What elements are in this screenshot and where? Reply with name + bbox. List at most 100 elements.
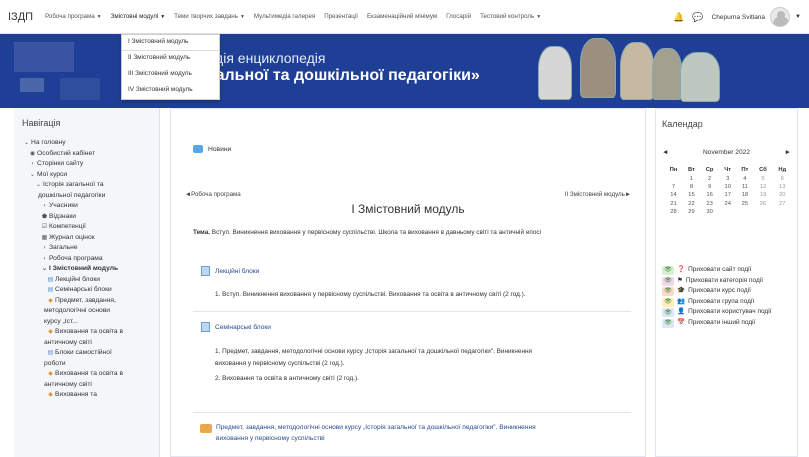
nav-tree-item[interactable]: ◆ Виховання та освіта в (22, 327, 159, 338)
nav-tree-item[interactable]: ▤ Блоки самостійної (22, 348, 159, 359)
nav-item-ekzamenatsiinyi-minimum[interactable]: Екзаменаційний мінімум (367, 13, 437, 20)
nav-item-zmistovni-moduli[interactable]: Змістовні модулі ▼ (111, 13, 166, 20)
calendar-day[interactable]: 18 (736, 191, 753, 199)
calendar-day[interactable]: 13 (773, 183, 792, 191)
nav-tree-item[interactable]: ⌄ Історія загальної та (22, 180, 159, 191)
calendar-day[interactable]: 24 (719, 200, 736, 208)
calendar-day[interactable]: 19 (754, 191, 773, 199)
nav-tree-item[interactable]: ▦ Журнал оцінок (22, 233, 159, 244)
bell-icon[interactable]: 🔔 (673, 12, 684, 23)
weekday-row: Пн Вт Ср Чт Пт Сб Нд (664, 165, 792, 175)
nav-tree-item[interactable]: ⌄ Мої курси (22, 170, 159, 181)
calendar-day[interactable]: 10 (719, 183, 736, 191)
site-brand[interactable]: ІЗДП (8, 11, 33, 23)
nav-tree-item[interactable]: ⌄ На головну (22, 138, 159, 149)
nav-tree-item[interactable]: ☑ Компетенції (22, 222, 159, 233)
calendar-day[interactable]: 7 (664, 183, 683, 191)
calendar-day[interactable]: 29 (683, 208, 700, 216)
eye-icon[interactable]: 👁 (662, 297, 674, 307)
username[interactable]: Chepurna Svitlana (712, 14, 765, 21)
nav-item-hlosarii[interactable]: Глосарій (446, 13, 471, 20)
calendar-day[interactable]: 28 (664, 208, 683, 216)
calendar-day[interactable]: 1 (683, 175, 700, 183)
calendar-day[interactable]: 16 (700, 191, 719, 199)
calendar-day[interactable]: 2 (700, 175, 719, 183)
calendar-day[interactable]: 25 (736, 200, 753, 208)
resource-link[interactable]: Предмет, завдання, методологічні основи … (200, 423, 626, 444)
calendar-day[interactable]: 9 (700, 183, 719, 191)
nav-tree-item[interactable]: ◆ Виховання та освіта в (22, 369, 159, 380)
weekday-label: Пт (741, 167, 749, 173)
calendar-day[interactable]: 20 (773, 191, 792, 199)
event-filter-item[interactable]: 👁 👤 Приховати користувач події (662, 307, 796, 318)
eye-icon[interactable]: 👁 (662, 287, 674, 297)
nav-item-robocha-prohrama[interactable]: Робоча програма ▼ (45, 13, 102, 20)
calendar-week: 7 8 9 10 11 12 13 (664, 183, 792, 191)
calendar-day[interactable]: 12 (754, 183, 773, 191)
seminars-link[interactable]: Семінарські блоки (201, 322, 271, 332)
calendar-day[interactable]: 3 (719, 175, 736, 183)
resource-icon: ◆ (48, 392, 53, 398)
eye-icon[interactable]: 👁 (662, 276, 674, 286)
nav-tree-item[interactable]: ◆ Предмет, завдання, (22, 296, 159, 307)
nav-tree-item[interactable]: ⌄ І Змістовний модуль (22, 264, 159, 275)
calendar-day[interactable]: 8 (683, 183, 700, 191)
nav-tree-item[interactable]: ⬟ Відзнаки (22, 212, 159, 223)
section-title: І Змістовний модуль (351, 202, 465, 216)
nav-tree-item[interactable]: ◆ Виховання та (22, 390, 159, 401)
calendar-grid: Пн Вт Ср Чт Пт Сб Нд 1 2 3 4 5 6 7 8 9 10 11 12 13 14 15 16 17 1… (664, 165, 792, 216)
calendar-day[interactable]: 15 (683, 191, 700, 199)
calendar-day[interactable]: 27 (773, 200, 792, 208)
dropdown-item-module-1[interactable]: І Змістовний модуль (122, 35, 219, 51)
chat-icon[interactable]: 💬 (692, 12, 703, 23)
lectures-link[interactable]: Лекційні блоки (201, 266, 259, 276)
news-link[interactable]: Новини (193, 145, 231, 153)
nav-item-multymedia-halereia[interactable]: Мультимедіа галерея (254, 13, 315, 20)
prev-section-link[interactable]: ◄Робоча програма (185, 191, 241, 198)
calendar-day[interactable]: 11 (736, 183, 753, 191)
nav-tree-item[interactable]: › Учасники (22, 201, 159, 212)
next-month-arrow[interactable]: ► (784, 149, 791, 161)
calendar-day[interactable]: 4 (736, 175, 753, 183)
prev-month-arrow[interactable]: ◄ (662, 149, 669, 161)
event-filter-item[interactable]: 👁 👥 Приховати група події (662, 297, 796, 308)
eye-icon[interactable]: 👁 (662, 318, 674, 328)
event-filter-item[interactable]: 👁 ❓ Приховати сайт події (662, 265, 796, 276)
theme-text: Вступ. Виникнення виховання у первісному… (210, 229, 541, 236)
calendar-day[interactable]: 21 (664, 200, 683, 208)
eye-icon[interactable]: 👁 (662, 308, 674, 318)
dropdown-item-module-2[interactable]: ІІ Змістовний модуль (122, 51, 219, 67)
event-filter-item[interactable]: 👁 📅 Приховати інший події (662, 318, 796, 329)
dashboard-icon: ◉ (29, 150, 36, 157)
calendar-day[interactable]: 26 (754, 200, 773, 208)
calendar-day[interactable]: 22 (683, 200, 700, 208)
event-filter-item[interactable]: 👁 🎓 Приховати курс події (662, 286, 796, 297)
calendar-day[interactable]: 14 (664, 191, 683, 199)
nav-item-temy-tvorchykh-zavdan[interactable]: Теми творчих завдань ▼ (174, 13, 245, 20)
calendar-day[interactable]: 6 (773, 175, 792, 183)
nav-tree-item[interactable]: ◉ Особистий кабінет (22, 149, 159, 160)
calendar-day[interactable]: 17 (719, 191, 736, 199)
eye-icon[interactable]: 👁 (662, 266, 674, 275)
calendar-day[interactable]: 5 (754, 175, 773, 183)
chevron-down-icon[interactable]: ▼ (795, 14, 801, 20)
nav-tree-item[interactable]: › Сторінки сайту (22, 159, 159, 170)
nav-tree-item[interactable]: ▤ Семінарські блоки (22, 285, 159, 296)
dropdown-item-module-3[interactable]: ІІІ Змістовний модуль (122, 67, 219, 83)
nav-tree-item[interactable]: ▤ Лекційні блоки (22, 275, 159, 286)
calendar-day (719, 208, 736, 216)
nav-tree-item[interactable]: › Робоча програма (22, 254, 159, 265)
dropdown-item-module-4[interactable]: ІV Змістовний модуль (122, 83, 219, 99)
nav-tree-item[interactable]: › Загальне (22, 243, 159, 254)
event-filter-item[interactable]: 👁 ⚑ Приховати категорія події (662, 276, 796, 287)
next-section-link[interactable]: ІІ Змістовний модуль► (565, 191, 631, 198)
calendar-day[interactable]: 30 (700, 208, 719, 216)
calendar-month[interactable]: November 2022 (703, 149, 750, 161)
nav-item-testovyi-kontrol[interactable]: Тестовий контроль ▼ (480, 13, 541, 20)
seminar-item-1-line2: виховання у первісному суспільстві (2 го… (215, 360, 345, 367)
top-navbar: ІЗДП Робоча програма ▼ Змістовні модулі ▼ … (0, 0, 809, 34)
calendar-day[interactable]: 23 (700, 200, 719, 208)
avatar[interactable] (770, 7, 791, 27)
nav-tree-label: античному світі (44, 338, 92, 346)
nav-item-prezentatsii[interactable]: Презентації (324, 13, 358, 20)
